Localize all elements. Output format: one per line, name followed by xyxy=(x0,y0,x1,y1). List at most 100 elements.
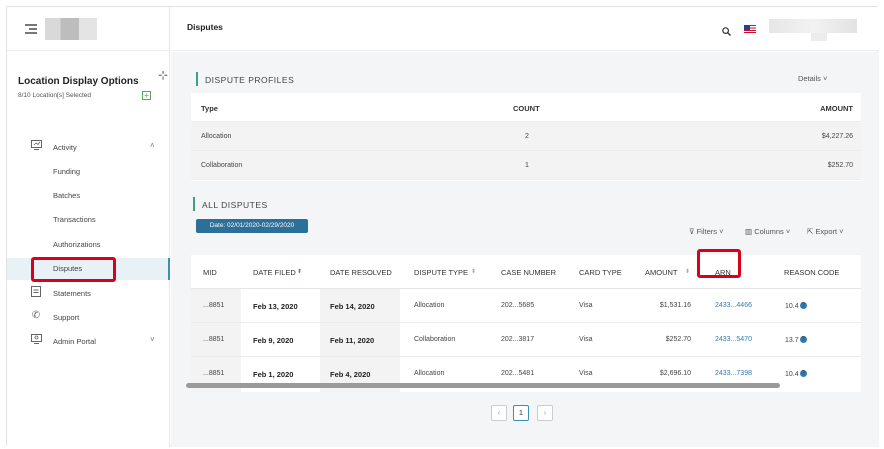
details-label: Details xyxy=(798,74,821,83)
cell-card-type: Visa xyxy=(579,336,593,343)
cell-amount: $252.70 xyxy=(665,336,691,343)
search-icon[interactable] xyxy=(722,23,731,36)
profile-amount: $252.70 xyxy=(827,162,853,169)
columns-button[interactable]: ▥ Columns ˅ xyxy=(745,227,790,236)
table-row[interactable]: ...8851 Feb 13, 2020 Feb 14, 2020 Alloca… xyxy=(191,289,861,323)
us-flag-icon[interactable] xyxy=(744,25,756,33)
sidebar: Location Display Options ⊹ 8/10 Location… xyxy=(7,7,170,447)
table-row: Collaboration 1 $252.70 xyxy=(191,151,861,180)
columns-label: Columns xyxy=(754,227,784,236)
profile-amount: $4,227.26 xyxy=(821,133,853,140)
cell-mid: ...8851 xyxy=(203,336,225,343)
highlight-box-arn xyxy=(697,249,741,278)
help-icon[interactable]: ? xyxy=(799,370,807,377)
sidebar-item-label: Transactions xyxy=(53,215,96,224)
cell-date-resolved: Feb 4, 2020 xyxy=(330,370,371,379)
cell-reason-code[interactable]: 13.7? xyxy=(785,336,807,344)
sidebar-item-admin-portal[interactable]: Admin Portal ˅ xyxy=(7,331,170,353)
profile-type: Collaboration xyxy=(201,162,243,169)
details-toggle[interactable]: Details ˅ xyxy=(798,74,827,83)
menu-icon[interactable] xyxy=(25,24,37,34)
horizontal-scrollbar[interactable] xyxy=(186,383,780,388)
cell-amount: $2,696.10 xyxy=(659,370,691,377)
sidebar-item-label: Support xyxy=(53,313,80,322)
column-header-dispute-type[interactable]: DISPUTE TYPE xyxy=(414,268,468,277)
location-display-title: Location Display Options xyxy=(18,76,139,87)
column-header-card-type[interactable]: CARD TYPE xyxy=(579,268,622,277)
export-button[interactable]: ⇱ Export ˅ xyxy=(807,227,844,236)
page-button-current[interactable]: 1 xyxy=(513,405,529,421)
user-menu[interactable] xyxy=(769,19,857,33)
column-header-case-number[interactable]: CASE NUMBER xyxy=(501,268,556,277)
dispute-profiles-heading: DISPUTE PROFILES xyxy=(195,72,295,86)
sidebar-item-support[interactable]: ✆ Support xyxy=(7,307,170,329)
sidebar-item-batches[interactable]: Batches xyxy=(7,185,170,207)
document-icon xyxy=(30,286,42,298)
sort-icon[interactable]: ⬍ xyxy=(471,268,476,275)
filter-icon: ⊽ xyxy=(689,227,695,236)
sidebar-item-statements[interactable]: Statements xyxy=(7,283,170,305)
all-disputes-heading: ALL DISPUTES xyxy=(193,197,268,211)
sidebar-item-label: Authorizations xyxy=(53,240,101,249)
page-title: Disputes xyxy=(187,22,223,32)
column-header-mid[interactable]: MID xyxy=(203,268,217,277)
cell-arn-link[interactable]: 2433...5470 xyxy=(715,336,752,343)
sidebar-item-transactions[interactable]: Transactions xyxy=(7,209,170,231)
profile-count: 1 xyxy=(525,162,529,169)
help-icon[interactable]: ? xyxy=(799,336,807,343)
sidebar-item-funding[interactable]: Funding xyxy=(7,161,170,183)
cell-arn-link[interactable]: 2433...4466 xyxy=(715,302,752,309)
cell-dispute-type: Allocation xyxy=(414,370,445,377)
column-header-reason-code[interactable]: REASON CODE xyxy=(784,268,839,277)
sort-icon[interactable]: ⬍ xyxy=(685,268,690,275)
sidebar-item-label: Admin Portal xyxy=(53,337,96,346)
filters-button[interactable]: ⊽ Filters ˅ xyxy=(689,227,724,236)
export-icon: ⇱ xyxy=(807,227,814,236)
sort-icon[interactable]: ⬍ xyxy=(297,268,302,275)
admin-icon xyxy=(30,334,42,346)
highlight-box-disputes xyxy=(31,257,116,282)
profile-type: Allocation xyxy=(201,133,232,140)
dispute-profiles-table: Type COUNT AMOUNT Allocation 2 $4,227.26… xyxy=(191,93,861,181)
column-header-amount[interactable]: AMOUNT xyxy=(645,268,678,277)
sidebar-item-label: Batches xyxy=(53,191,81,200)
chevron-down-icon: ˅ xyxy=(150,335,155,344)
column-header-date-resolved[interactable]: DATE RESOLVED xyxy=(330,268,392,277)
cell-date-filed: Feb 9, 2020 xyxy=(253,336,294,345)
table-header: MID DATE FILED ⬍ DATE RESOLVED DISPUTE T… xyxy=(191,255,861,289)
sidebar-header xyxy=(7,7,169,51)
column-header-type: Type xyxy=(201,104,218,113)
move-icon[interactable]: ⊹ xyxy=(158,68,168,82)
cell-mid: ...8851 xyxy=(203,302,225,309)
cell-arn-link[interactable]: 2433...7398 xyxy=(715,370,752,377)
prev-page-button[interactable]: ‹ xyxy=(491,405,507,421)
add-location-icon[interactable]: + xyxy=(142,91,151,100)
table-row: Allocation 2 $4,227.26 xyxy=(191,122,861,151)
cell-amount: $1,531.16 xyxy=(659,302,691,309)
sidebar-item-label: Activity xyxy=(53,143,77,152)
cell-reason-code[interactable]: 10.4? xyxy=(785,370,807,378)
sidebar-item-label: Statements xyxy=(53,289,91,298)
help-icon[interactable]: ? xyxy=(799,302,807,309)
column-header-date-filed[interactable]: DATE FILED xyxy=(253,268,296,277)
table-row[interactable]: ...8851 Feb 9, 2020 Feb 11, 2020 Collabo… xyxy=(191,323,861,357)
filters-label: Filters xyxy=(696,227,718,236)
top-bar: Disputes xyxy=(171,7,879,51)
cell-case-number: 202...5481 xyxy=(501,370,535,377)
next-page-button[interactable]: › xyxy=(537,405,553,421)
sidebar-item-activity[interactable]: Activity ˄ xyxy=(7,137,170,159)
cell-reason-code[interactable]: 10.4? xyxy=(785,302,807,310)
cell-date-resolved: Feb 14, 2020 xyxy=(330,302,375,311)
location-selected-count: 8/10 Location[s] Selected xyxy=(18,92,91,99)
chevron-down-icon: ˅ xyxy=(785,227,791,236)
table-header: Type COUNT AMOUNT xyxy=(191,93,861,122)
sidebar-item-authorizations[interactable]: Authorizations xyxy=(7,234,170,256)
date-range-chip[interactable]: Date: 02/01/2020-02/29/2020 xyxy=(196,219,308,233)
export-label: Export xyxy=(815,227,838,236)
column-header-amount: AMOUNT xyxy=(820,104,853,113)
cell-mid: ...8851 xyxy=(203,370,225,377)
cell-dispute-type: Collaboration xyxy=(414,336,456,343)
disputes-table: MID DATE FILED ⬍ DATE RESOLVED DISPUTE T… xyxy=(191,255,861,392)
cell-card-type: Visa xyxy=(579,302,593,309)
cell-case-number: 202...5685 xyxy=(501,302,535,309)
